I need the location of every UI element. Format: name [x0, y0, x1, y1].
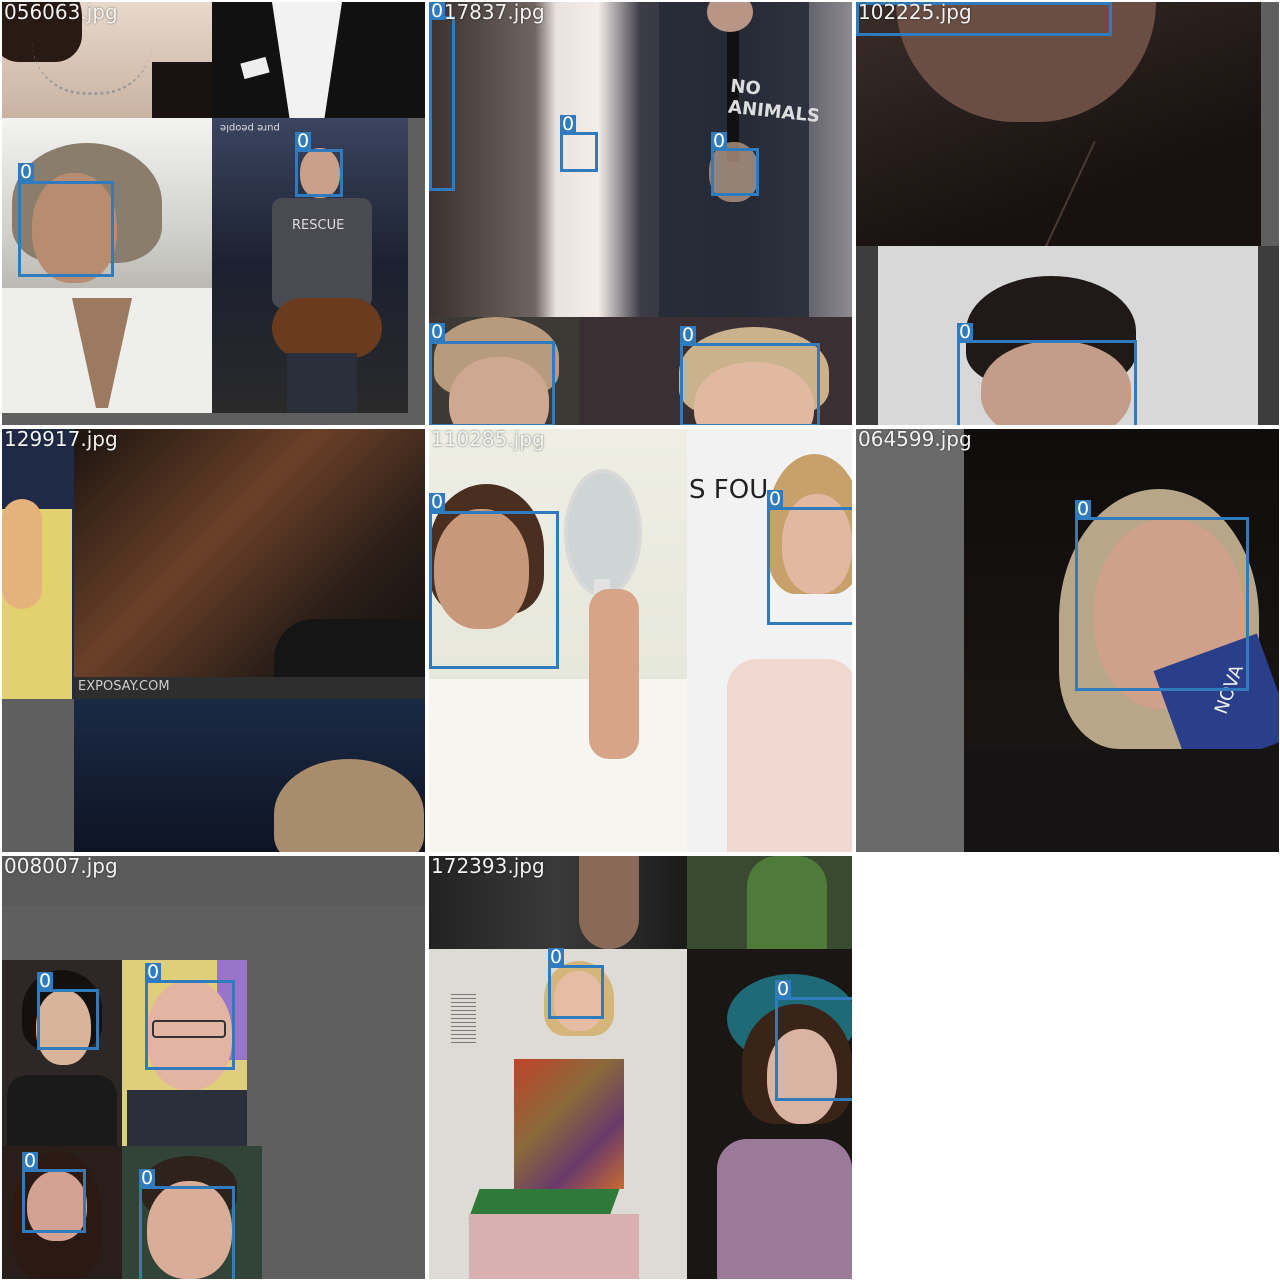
detection-label: 0 — [18, 161, 35, 183]
detection-box — [680, 343, 820, 425]
photo-bangs-woman — [2, 960, 122, 1146]
detection-label: 0 — [775, 978, 792, 1000]
mosaic-grid: RESCUE pure people 0 0 056063.jpg NO ANI… — [0, 0, 1280, 1280]
tile-172393: 0 0 172393.jpg — [429, 856, 852, 1279]
detection-label: 0 — [560, 113, 577, 135]
tile-filename: 008007.jpg — [4, 856, 118, 878]
photo-hair-closeup: EXPOSAY.COM — [74, 429, 425, 699]
tile-008007: 0 0 0 0 008007.jpg — [2, 856, 425, 1279]
detection-label: 0 — [139, 1167, 156, 1189]
detection-label: 0 — [295, 130, 312, 152]
photo-hand — [2, 429, 74, 699]
photo-left-strip — [856, 429, 964, 852]
tile-102225: 0 102225.jpg — [856, 2, 1279, 425]
detection-box — [957, 340, 1137, 425]
detection-box — [145, 980, 235, 1070]
detection-label: 0 — [429, 491, 446, 513]
detection-box — [22, 1169, 86, 1233]
detection-label: 0 — [680, 324, 697, 346]
detection-label: 0 — [37, 970, 54, 992]
detection-box — [295, 149, 343, 197]
tile-110285: S FOU 0 0 110285.jpg — [429, 429, 852, 852]
photo-chest — [856, 2, 1261, 246]
detection-box — [767, 507, 852, 625]
detection-box — [560, 132, 598, 172]
detection-box — [429, 511, 559, 669]
detection-label: 0 — [429, 321, 446, 343]
detection-label: 0 — [767, 488, 784, 510]
detection-label: 0 — [957, 321, 974, 343]
detection-label: 0 — [145, 961, 162, 983]
banner-text: S FOU — [689, 475, 769, 505]
detection-label: 0 — [711, 130, 728, 152]
detection-box — [139, 1186, 235, 1279]
detection-box — [548, 965, 604, 1019]
photo-collage: NO ANIMALS — [429, 2, 852, 317]
tile-filename: 172393.jpg — [431, 856, 545, 878]
photo-green-dress — [687, 856, 852, 949]
tile-filename: 110285.jpg — [431, 429, 545, 451]
detection-box — [37, 989, 99, 1050]
detection-label: 0 — [548, 946, 565, 968]
tile-filename: 017837.jpg — [431, 2, 545, 24]
tile-filename: 064599.jpg — [858, 429, 972, 451]
shirt-text: RESCUE — [292, 218, 345, 233]
watermark-text: EXPOSAY.COM — [78, 679, 170, 694]
tile-129917: EXPOSAY.COM 129917.jpg — [2, 429, 425, 852]
detection-box — [1075, 517, 1249, 691]
tile-filename: 129917.jpg — [4, 429, 118, 451]
tile-filename: 056063.jpg — [4, 2, 118, 24]
photo-head-top — [74, 699, 425, 852]
photo-tuxedo — [212, 2, 425, 118]
detection-box — [711, 148, 759, 196]
detection-label: 0 — [22, 1150, 39, 1172]
tile-056063: RESCUE pure people 0 0 056063.jpg — [2, 2, 425, 425]
detection-box — [18, 181, 114, 277]
detection-label: 0 — [1075, 498, 1092, 520]
tile-064599: NOVA 0 064599.jpg — [856, 429, 1279, 852]
detection-label: 0 — [429, 2, 446, 22]
tile-017837: NO ANIMALS 0 0 0 0 0 017837.jpg — [429, 2, 852, 425]
detection-box — [429, 341, 555, 425]
tile-filename: 102225.jpg — [858, 2, 972, 24]
detection-box — [429, 16, 455, 191]
detection-box — [775, 997, 852, 1101]
